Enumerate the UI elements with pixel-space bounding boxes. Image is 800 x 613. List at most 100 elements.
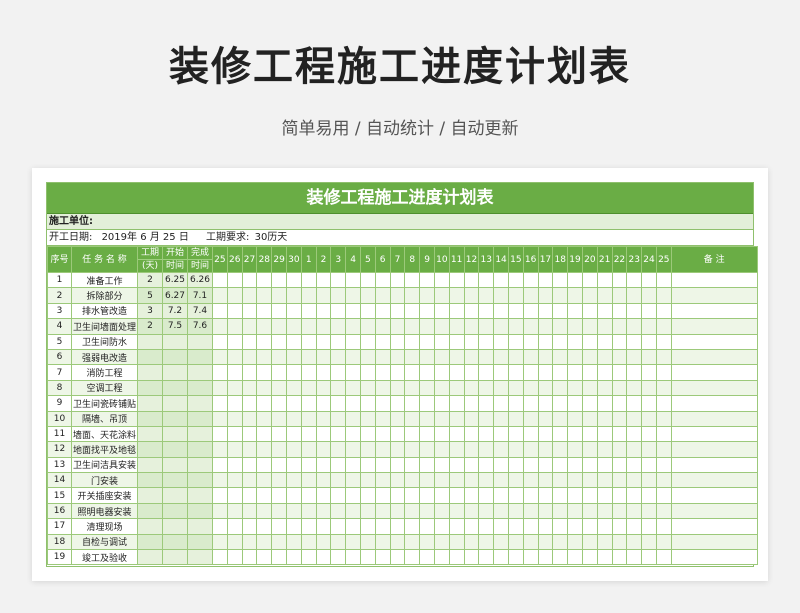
task-start-cell[interactable]: 6.25 <box>162 271 188 289</box>
remark-cell[interactable] <box>670 533 758 551</box>
day-cell[interactable] <box>433 364 450 381</box>
day-cell[interactable] <box>345 456 361 474</box>
day-cell[interactable] <box>655 472 672 489</box>
day-cell[interactable] <box>300 549 317 566</box>
day-cell[interactable] <box>581 271 598 289</box>
task-duration-cell[interactable]: 3 <box>137 302 163 320</box>
day-cell[interactable] <box>537 502 554 520</box>
task-duration-cell[interactable] <box>137 487 163 504</box>
day-cell[interactable] <box>212 318 228 335</box>
day-cell[interactable] <box>315 302 332 320</box>
day-cell[interactable] <box>507 518 524 535</box>
day-cell[interactable] <box>256 549 273 566</box>
day-cell[interactable] <box>241 549 258 566</box>
day-cell[interactable] <box>641 518 657 535</box>
day-cell[interactable] <box>478 302 495 320</box>
day-header[interactable]: 18 <box>552 246 569 273</box>
task-start-cell[interactable] <box>162 456 188 474</box>
day-cell[interactable] <box>655 410 672 427</box>
day-cell[interactable] <box>345 302 361 320</box>
day-cell[interactable] <box>611 348 628 366</box>
task-name-cell[interactable]: 隔墙、吊顶 <box>71 410 138 427</box>
day-cell[interactable] <box>552 302 569 320</box>
day-cell[interactable] <box>611 287 628 304</box>
day-cell[interactable] <box>271 302 287 320</box>
day-cell[interactable] <box>507 487 524 504</box>
day-cell[interactable] <box>493 302 509 320</box>
day-cell[interactable] <box>285 487 302 504</box>
day-cell[interactable] <box>611 395 628 412</box>
day-cell[interactable] <box>552 472 569 489</box>
day-cell[interactable] <box>552 318 569 335</box>
day-cell[interactable] <box>419 487 435 504</box>
task-index-cell[interactable]: 9 <box>47 395 72 412</box>
day-cell[interactable] <box>567 487 583 504</box>
day-cell[interactable] <box>212 518 228 535</box>
day-cell[interactable] <box>404 487 421 504</box>
day-cell[interactable] <box>241 441 258 458</box>
day-cell[interactable] <box>285 333 302 350</box>
day-cell[interactable] <box>537 271 554 289</box>
day-cell[interactable] <box>448 287 465 304</box>
day-cell[interactable] <box>419 271 435 289</box>
day-cell[interactable] <box>389 487 406 504</box>
task-duration-cell[interactable]: 5 <box>137 287 163 304</box>
day-cell[interactable] <box>300 533 317 551</box>
day-cell[interactable] <box>433 472 450 489</box>
day-cell[interactable] <box>448 271 465 289</box>
task-index-cell[interactable]: 12 <box>47 441 72 458</box>
day-cell[interactable] <box>522 425 539 443</box>
day-cell[interactable] <box>419 318 435 335</box>
remark-cell[interactable] <box>670 456 758 474</box>
task-name-cell[interactable]: 空调工程 <box>71 379 138 397</box>
day-cell[interactable] <box>404 348 421 366</box>
day-cell[interactable] <box>537 472 554 489</box>
day-cell[interactable] <box>330 456 347 474</box>
day-cell[interactable] <box>315 271 332 289</box>
task-duration-cell[interactable] <box>137 425 163 443</box>
day-cell[interactable] <box>271 333 287 350</box>
task-start-cell[interactable] <box>162 549 188 566</box>
day-cell[interactable] <box>641 302 657 320</box>
day-cell[interactable] <box>419 441 435 458</box>
day-cell[interactable] <box>419 364 435 381</box>
task-duration-cell[interactable] <box>137 456 163 474</box>
day-cell[interactable] <box>478 549 495 566</box>
day-cell[interactable] <box>389 318 406 335</box>
day-cell[interactable] <box>478 533 495 551</box>
day-cell[interactable] <box>537 441 554 458</box>
day-cell[interactable] <box>581 302 598 320</box>
day-cell[interactable] <box>404 364 421 381</box>
day-cell[interactable] <box>552 487 569 504</box>
day-cell[interactable] <box>285 533 302 551</box>
day-cell[interactable] <box>611 379 628 397</box>
day-cell[interactable] <box>507 271 524 289</box>
day-cell[interactable] <box>478 518 495 535</box>
day-cell[interactable] <box>374 333 391 350</box>
day-cell[interactable] <box>404 287 421 304</box>
day-cell[interactable] <box>626 333 643 350</box>
day-cell[interactable] <box>241 395 258 412</box>
day-cell[interactable] <box>271 441 287 458</box>
day-cell[interactable] <box>478 472 495 489</box>
day-cell[interactable] <box>256 472 273 489</box>
day-cell[interactable] <box>626 302 643 320</box>
day-cell[interactable] <box>448 302 465 320</box>
day-cell[interactable] <box>212 441 228 458</box>
day-cell[interactable] <box>404 502 421 520</box>
day-cell[interactable] <box>626 287 643 304</box>
day-cell[interactable] <box>345 502 361 520</box>
day-cell[interactable] <box>611 549 628 566</box>
task-start-cell[interactable]: 6.27 <box>162 287 188 304</box>
day-cell[interactable] <box>552 348 569 366</box>
day-cell[interactable] <box>463 395 480 412</box>
day-cell[interactable] <box>537 395 554 412</box>
task-duration-cell[interactable] <box>137 364 163 381</box>
day-cell[interactable] <box>537 318 554 335</box>
day-cell[interactable] <box>448 456 465 474</box>
remark-cell[interactable] <box>670 472 758 489</box>
day-cell[interactable] <box>300 348 317 366</box>
day-cell[interactable] <box>567 425 583 443</box>
day-cell[interactable] <box>493 287 509 304</box>
day-cell[interactable] <box>463 410 480 427</box>
